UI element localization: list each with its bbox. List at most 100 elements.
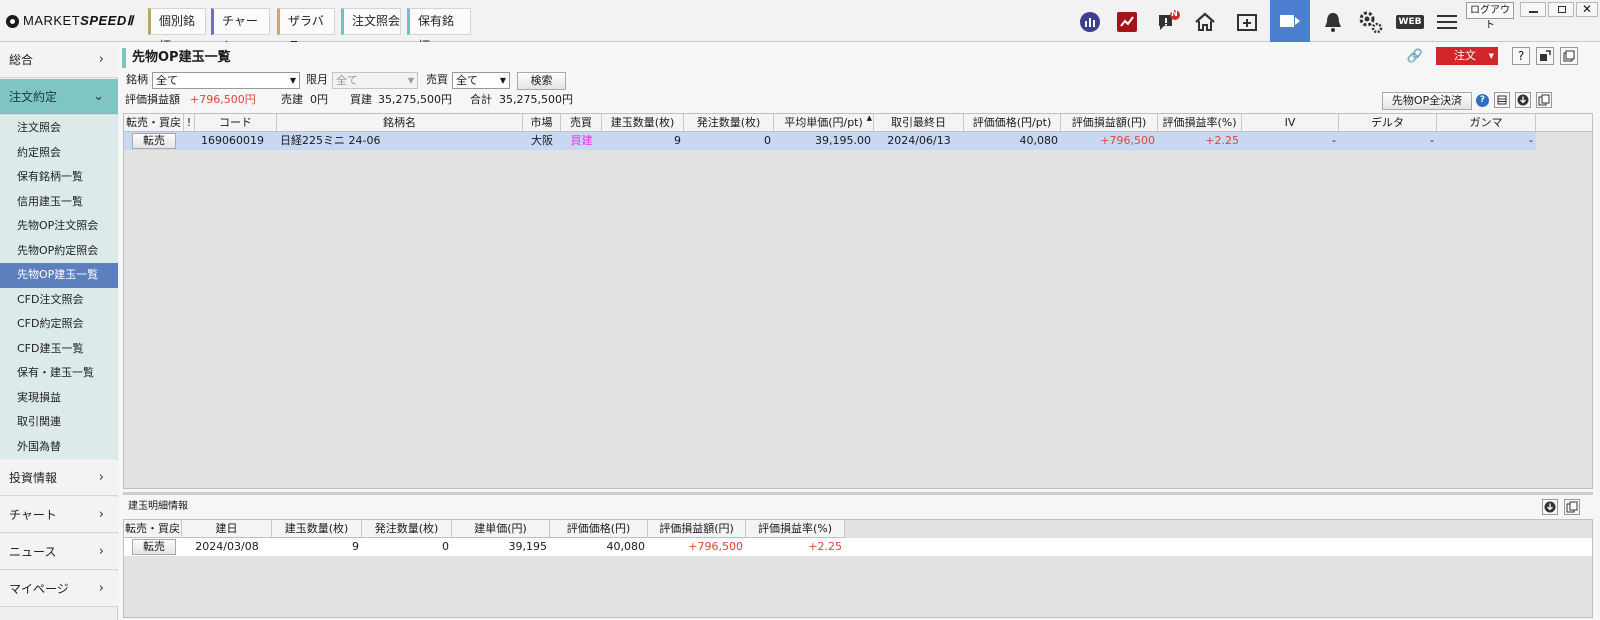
- detail-table-header: 転売・買戻 建日 建玉数量(枚) 発注数量(枚) 建単価(円) 評価価格(円) …: [124, 520, 845, 538]
- logo-mark-icon: [6, 14, 19, 28]
- sidebar-item-trading-related[interactable]: 取引関連: [0, 410, 118, 435]
- ranking-icon[interactable]: [1075, 8, 1105, 35]
- sidebar-item-futop-execution-inquiry[interactable]: 先物OP約定照会: [0, 238, 118, 263]
- side-select[interactable]: 全て ▼: [452, 72, 510, 89]
- marketspeed-logo: MARKETSPEEDⅡ: [6, 12, 134, 30]
- col-header-name[interactable]: 銘柄名: [277, 114, 523, 131]
- sidebar-item-cfd-order-inquiry[interactable]: CFD注文照会: [0, 287, 118, 312]
- cell-iv: -: [1332, 134, 1336, 147]
- resell-button[interactable]: 転売: [132, 133, 176, 149]
- col-header-order-qty[interactable]: 発注数量(枚): [362, 520, 452, 537]
- web-icon[interactable]: WEB: [1395, 8, 1425, 35]
- table-row[interactable]: 転売 2024/03/08 9 0 39,195 40,080 +796,500…: [124, 538, 1592, 556]
- col-header-last-day[interactable]: 取引最終日: [874, 114, 964, 131]
- sort-asc-icon: ▲: [866, 114, 872, 122]
- panel-splitter[interactable]: [123, 492, 1593, 495]
- top-tab-zaraba[interactable]: ザラバ７: [277, 8, 335, 53]
- link-icon[interactable]: 🔗: [1406, 48, 1424, 66]
- top-tab-order-inquiry[interactable]: 注文照会: [341, 8, 401, 35]
- col-header-pl[interactable]: 評価損益額(円): [1061, 114, 1158, 131]
- settings-icon[interactable]: [1356, 8, 1386, 35]
- add-window-icon[interactable]: [1232, 8, 1262, 35]
- cell-qty: 9: [352, 540, 359, 553]
- resell-button[interactable]: 転売: [132, 539, 176, 555]
- sidebar-group-overview[interactable]: 総合 ›: [0, 42, 118, 78]
- minimize-button[interactable]: [1520, 2, 1546, 17]
- brand-select[interactable]: 全て ▼: [152, 72, 300, 89]
- sidebar-item-order-inquiry[interactable]: 注文照会: [0, 116, 118, 141]
- top-tab-stock[interactable]: 個別銘柄: [148, 8, 206, 53]
- cell-side: 買建: [570, 134, 593, 147]
- col-header-pl-rate[interactable]: 評価損益率(%): [1158, 114, 1242, 131]
- col-header-price[interactable]: 建単価(円): [452, 520, 550, 537]
- sidebar-item-forex[interactable]: 外国為替: [0, 434, 118, 459]
- sidebar-group-mypage[interactable]: マイページ ›: [0, 571, 118, 607]
- col-header-pl-rate[interactable]: 評価損益率(%): [746, 520, 845, 537]
- table-row[interactable]: 転売 169060019 日経225ミニ 24-06 大阪 買建 9 0 39,…: [124, 132, 1536, 150]
- month-label: 限月: [306, 73, 328, 86]
- col-header-market[interactable]: 市場: [523, 114, 561, 131]
- info-icon[interactable]: ?: [1476, 94, 1489, 107]
- col-header-qty[interactable]: 建玉数量(枚): [602, 114, 684, 131]
- settle-all-button[interactable]: 先物OP全決済: [1382, 92, 1472, 110]
- col-header-order-qty[interactable]: 発注数量(枚): [684, 114, 774, 131]
- search-button[interactable]: 検索: [517, 72, 566, 90]
- month-select[interactable]: 全て ▼: [332, 72, 418, 89]
- order-button[interactable]: 注文 ▼: [1436, 47, 1498, 65]
- sidebar-group-chart[interactable]: チャート ›: [0, 497, 118, 533]
- restore-icon: [1558, 6, 1566, 13]
- col-header-iv[interactable]: IV: [1242, 114, 1339, 131]
- home-icon[interactable]: [1190, 8, 1220, 35]
- copy-icon[interactable]: [1536, 92, 1552, 108]
- logout-button[interactable]: ログアウト: [1466, 2, 1514, 31]
- sell-label: 売建: [281, 93, 303, 106]
- help-button[interactable]: ?: [1512, 47, 1530, 65]
- col-header-side[interactable]: 売買: [561, 114, 602, 131]
- col-header-date[interactable]: 建日: [182, 520, 272, 537]
- copy-icon[interactable]: [1564, 499, 1580, 515]
- column-settings-icon[interactable]: [1494, 92, 1510, 108]
- dropdown-arrow-icon: ▼: [407, 76, 414, 85]
- page-title: 先物OP建玉一覧: [122, 48, 1596, 68]
- col-header-eval-price[interactable]: 評価価格(円): [550, 520, 648, 537]
- close-button[interactable]: ✕: [1576, 2, 1598, 17]
- new-window-icon[interactable]: [1536, 47, 1554, 65]
- sidebar-item-futop-order-inquiry[interactable]: 先物OP注文照会: [0, 214, 118, 239]
- cell-pl-rate: +2.25: [1205, 134, 1239, 147]
- col-header-avg-price[interactable]: 平均単価(円/pt) ▲: [774, 114, 874, 131]
- cell-qty: 9: [674, 134, 681, 147]
- col-header-delta[interactable]: デルタ: [1339, 114, 1437, 131]
- sidebar-item-cfd-execution-inquiry[interactable]: CFD約定照会: [0, 312, 118, 337]
- download-icon[interactable]: [1515, 92, 1531, 108]
- stock-chart-icon[interactable]: [1112, 8, 1142, 35]
- restore-button[interactable]: [1548, 2, 1574, 17]
- sidebar-group-orders[interactable]: 注文約定 ⌄: [0, 79, 118, 115]
- sidebar-item-futop-positions[interactable]: 先物OP建玉一覧: [0, 263, 118, 288]
- col-header-code[interactable]: コード: [195, 114, 277, 131]
- col-header-gamma[interactable]: ガンマ: [1437, 114, 1536, 131]
- sidebar-item-realized-pl[interactable]: 実現損益: [0, 385, 118, 410]
- col-header-eval-price[interactable]: 評価価格(円/pt): [964, 114, 1061, 131]
- sidebar-item-margin-positions[interactable]: 信用建玉一覧: [0, 189, 118, 214]
- col-header-qty[interactable]: 建玉数量(枚): [272, 520, 362, 537]
- sidebar-group-news[interactable]: ニュース ›: [0, 534, 118, 570]
- col-header-flag[interactable]: !: [184, 114, 195, 131]
- sidebar-item-holdings-positions[interactable]: 保有・建玉一覧: [0, 361, 118, 386]
- notification-news-icon[interactable]: N: [1153, 8, 1183, 35]
- col-header-pl[interactable]: 評価損益額(円): [648, 520, 746, 537]
- col-header-action[interactable]: 転売・買戻: [124, 114, 184, 131]
- download-icon[interactable]: [1542, 499, 1558, 515]
- cell-date: 2024/03/08: [195, 540, 259, 553]
- top-tab-holdings[interactable]: 保有銘柄…: [407, 8, 471, 53]
- popout-icon[interactable]: [1560, 47, 1578, 65]
- sidebar-item-execution-inquiry[interactable]: 約定照会: [0, 140, 118, 165]
- sidebar-item-cfd-positions[interactable]: CFD建玉一覧: [0, 336, 118, 361]
- col-header-action[interactable]: 転売・買戻: [124, 520, 182, 537]
- bell-icon[interactable]: [1318, 8, 1348, 35]
- sidebar-item-holdings[interactable]: 保有銘柄一覧: [0, 165, 118, 190]
- cell-market: 大阪: [531, 134, 553, 147]
- sidebar-group-investment-info[interactable]: 投資情報 ›: [0, 460, 118, 496]
- menu-icon[interactable]: [1432, 8, 1462, 35]
- top-tab-chart[interactable]: チャート: [211, 8, 270, 53]
- window-switch-button[interactable]: [1270, 0, 1310, 42]
